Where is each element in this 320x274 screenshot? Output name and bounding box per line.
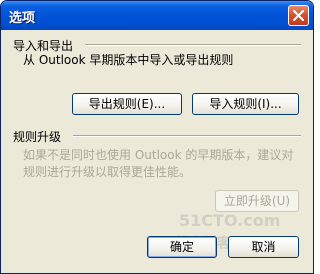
dialog-title: 选项	[9, 11, 36, 26]
ok-button[interactable]: 确定	[147, 236, 217, 258]
upgrade-heading: 规则升级	[13, 130, 62, 144]
cancel-button[interactable]: 取消	[228, 236, 299, 258]
upgrade-divider	[73, 135, 301, 137]
import-rules-button[interactable]: 导入规则(I)...	[192, 93, 299, 115]
import-export-divider	[85, 44, 301, 46]
close-button[interactable]	[288, 5, 309, 26]
upgrade-description-line2: 规则进行升级以取得更佳性能。	[23, 165, 192, 179]
close-icon	[293, 10, 304, 21]
watermark-line1: 51CTO.com	[179, 211, 281, 230]
upgrade-description-line1: 如果不是同时也使用 Outlook 的早期版本，建议对	[23, 148, 294, 162]
export-rules-button[interactable]: 导出规则(E)...	[72, 93, 182, 115]
upgrade-now-button[interactable]: 立即升级(U)	[215, 190, 299, 212]
import-export-description: 从 Outlook 早期版本中导入或导出规则	[23, 53, 234, 67]
options-dialog: 选项 导入和导出 从 Outlook 早期版本中导入或导出规则 导出规则(E).…	[0, 0, 314, 274]
title-bar[interactable]: 选项	[1, 1, 313, 30]
